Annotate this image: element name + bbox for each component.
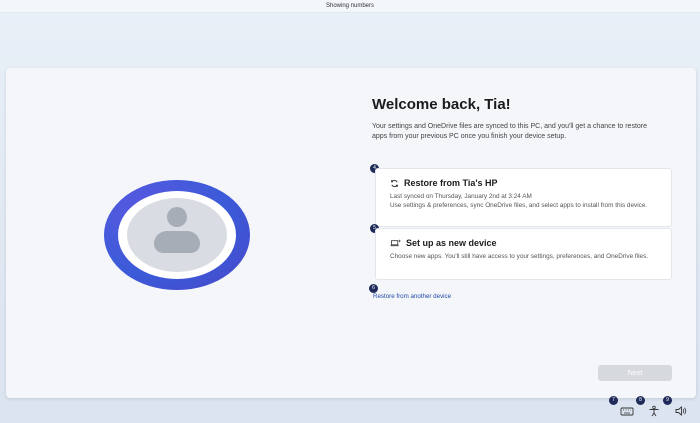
setup-new-device-option[interactable]: Set up as new device Choose new apps. Yo…: [375, 228, 672, 280]
accessibility-button[interactable]: [647, 404, 661, 417]
new-device-description: Choose new apps. You'll still have acces…: [390, 253, 649, 260]
volume-icon: [675, 406, 687, 416]
person-body-icon: [154, 231, 200, 253]
laptop-sparkle-icon: [390, 239, 401, 247]
keyboard-icon: [620, 407, 634, 416]
page-title: Welcome back, Tia!: [372, 96, 511, 113]
next-button[interactable]: Next: [598, 365, 672, 381]
volume-button[interactable]: [674, 404, 688, 416]
top-status-text: Showing numbers: [325, 3, 375, 9]
number-badge-6: 6: [369, 284, 378, 293]
restore-from-another-device-link[interactable]: Restore from another device: [373, 293, 451, 300]
new-device-title: Set up as new device: [406, 238, 497, 248]
person-head-icon: [167, 207, 187, 227]
page-description: Your settings and OneDrive files are syn…: [372, 123, 648, 140]
keyboard-button[interactable]: [620, 404, 634, 416]
restore-option-last-synced: Last synced on Thursday, January 2nd at …: [390, 193, 532, 200]
restore-from-device-option[interactable]: Restore from Tia's HP Last synced on Thu…: [375, 168, 672, 227]
user-avatar: [104, 180, 250, 290]
sync-icon: [390, 179, 399, 187]
restore-option-details: Last synced on Thursday, January 2nd at …: [390, 193, 662, 210]
restore-option-title-row: Restore from Tia's HP: [390, 178, 498, 188]
accessibility-icon: [649, 405, 659, 417]
top-status-bar: Showing numbers: [0, 0, 700, 13]
restore-option-description: Use settings & preferences, sync OneDriv…: [390, 201, 648, 209]
number-badge-7: 7: [609, 396, 618, 405]
restore-option-title: Restore from Tia's HP: [404, 178, 498, 188]
number-badge-9: 9: [663, 396, 672, 405]
number-badge-8: 8: [636, 396, 645, 405]
new-device-title-row: Set up as new device: [390, 238, 497, 248]
